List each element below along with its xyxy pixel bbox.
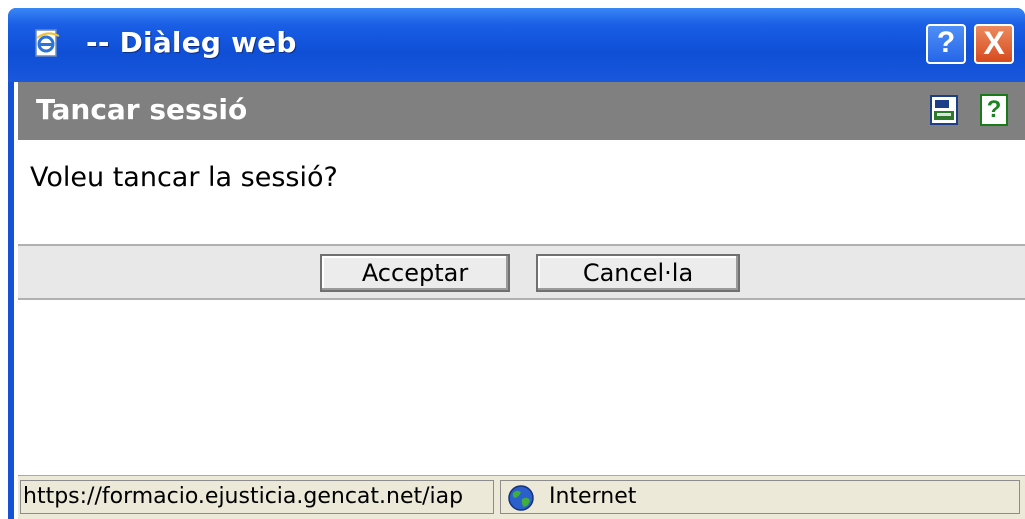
status-url: https://formacio.ejusticia.gencat.net/ia… bbox=[20, 480, 494, 514]
accept-button[interactable]: Acceptar bbox=[320, 254, 510, 292]
print-icon[interactable] bbox=[930, 94, 958, 126]
dialog-content: Tancar sessió ? Voleu tancar la sessió? … bbox=[14, 82, 1025, 519]
window-title: -- Diàleg web bbox=[86, 26, 297, 59]
cancel-button[interactable]: Cancel·la bbox=[536, 254, 740, 292]
globe-icon bbox=[508, 485, 534, 511]
confirm-message: Voleu tancar la sessió? bbox=[30, 162, 338, 193]
dialog-window: -- Diàleg web ? X Tancar sessió ? Voleu … bbox=[8, 8, 1025, 519]
window-close-button[interactable]: X bbox=[974, 24, 1014, 64]
button-bar: Acceptar Cancel·la bbox=[18, 244, 1025, 300]
zone-label: Internet bbox=[549, 484, 637, 509]
dialog-title: Tancar sessió bbox=[36, 93, 248, 126]
dialog-header: Tancar sessió ? bbox=[18, 82, 1025, 140]
ie-document-icon bbox=[35, 29, 60, 57]
help-icon[interactable]: ? bbox=[980, 94, 1008, 126]
window-help-button[interactable]: ? bbox=[926, 24, 966, 64]
status-bar: https://formacio.ejusticia.gencat.net/ia… bbox=[18, 475, 1025, 519]
title-bar[interactable]: -- Diàleg web ? X bbox=[8, 8, 1025, 82]
security-zone: Internet bbox=[500, 480, 1020, 514]
